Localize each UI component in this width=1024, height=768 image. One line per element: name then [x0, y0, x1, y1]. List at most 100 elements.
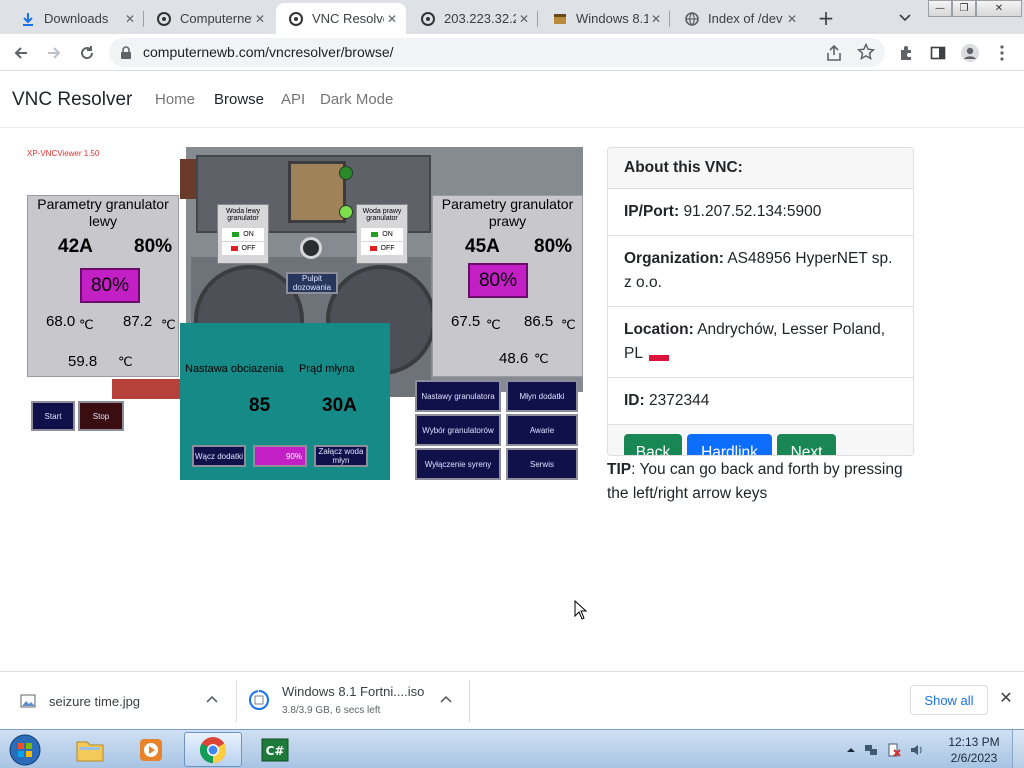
chrome-taskbar-button[interactable] [184, 732, 242, 767]
bookmark-star-icon[interactable] [856, 42, 876, 61]
additives-button[interactable]: Wącz dodatki [192, 445, 246, 467]
tab-title: Windows 8.1 [576, 11, 648, 26]
left-granulator-panel: Parametry granulator lewy 42A 80% 80% 68… [27, 195, 179, 377]
new-tab-button[interactable]: + [814, 6, 838, 30]
show-all-button[interactable]: Show all [910, 685, 988, 715]
about-card: About this VNC: IP/Port: 91.207.52.134:5… [607, 147, 914, 456]
set-percent-button[interactable]: 80% [80, 268, 140, 303]
granulator-settings-button[interactable]: Nastawy granulatora [415, 380, 501, 412]
start-button[interactable]: Start [31, 401, 75, 431]
action-center-icon[interactable] [886, 742, 902, 758]
hopper-window [288, 161, 346, 223]
window-close-button[interactable]: ✕ [976, 0, 1022, 17]
organization-row: Organization: AS48956 HyperNET sp. z o.o… [608, 236, 913, 307]
water-right-box[interactable]: Woda prawy granulator ON OFF [356, 204, 408, 264]
tab-title: Computernewb [180, 11, 252, 26]
hardlink-button[interactable]: Hardlink [687, 434, 772, 455]
viewer-version: XP-VNCViewer 1.50 [27, 149, 100, 158]
close-icon[interactable]: ✕ [516, 11, 532, 27]
stop-button[interactable]: Stop [78, 401, 124, 431]
share-icon[interactable] [825, 44, 843, 62]
close-icon[interactable]: ✕ [122, 11, 138, 27]
tab-downloads[interactable]: Downloads ✕ [8, 3, 144, 34]
vnc-screenshot[interactable]: XP-VNCViewer 1.50 Parametry granulator l… [26, 147, 583, 480]
tab-search-icon[interactable] [895, 8, 915, 28]
next-button[interactable]: Next [777, 434, 836, 455]
media-player-taskbar-button[interactable] [122, 732, 180, 767]
chevron-up-icon[interactable] [206, 695, 218, 703]
chevron-up-icon[interactable] [440, 695, 452, 703]
nav-home[interactable]: Home [155, 91, 195, 108]
nav-dark-mode[interactable]: Dark Mode [320, 91, 393, 108]
panel-title: Parametry granulator prawy [441, 196, 574, 229]
address-bar[interactable]: computernewb.com/vncresolver/browse/ [109, 38, 885, 67]
set-percent-button[interactable]: 80% [468, 263, 528, 298]
mill-additives-button[interactable]: Młyn dodatki [506, 380, 578, 412]
globe-icon [684, 11, 700, 27]
current-value: 45A [465, 236, 500, 257]
csharp-taskbar-button[interactable]: C# [246, 732, 304, 767]
panel-title: Parametry granulator lewy [37, 196, 169, 229]
menu-kebab-icon[interactable] [992, 43, 1012, 63]
mill-percent-button[interactable]: 90% [253, 445, 307, 467]
tray-expand-icon[interactable] [846, 746, 856, 754]
side-panel-icon[interactable] [928, 43, 948, 63]
tab-computernewb[interactable]: Computernewb ✕ [144, 3, 274, 34]
close-shelf-icon[interactable]: ✕ [998, 688, 1014, 707]
profile-avatar-icon[interactable] [960, 43, 980, 63]
tab-windows[interactable]: Windows 8.1 ✕ [540, 3, 670, 34]
reload-icon[interactable] [75, 41, 99, 65]
close-icon[interactable]: ✕ [252, 11, 268, 27]
tab-index[interactable]: Index of /dev ✕ [672, 3, 806, 34]
tip-text: TIP: You can go back and forth by pressi… [607, 458, 917, 506]
water-left-box[interactable]: Woda lewy granulator ON OFF [217, 204, 269, 264]
url-text[interactable]: computernewb.com/vncresolver/browse/ [143, 44, 394, 60]
restore-button[interactable]: ❐ [952, 0, 976, 17]
clock-time: 12:13 PM [948, 735, 1000, 749]
close-icon[interactable]: ✕ [384, 11, 400, 27]
granulator-select-button[interactable]: Wybór granulatorów [415, 414, 501, 446]
tip-label: TIP [607, 461, 632, 478]
ip-value: 91.207.52.134:5900 [683, 203, 822, 220]
windows-taskbar: C# 12:13 PM 2/6/2023 [0, 729, 1024, 768]
minimize-button[interactable]: — [928, 0, 952, 17]
show-desktop-button[interactable] [1012, 730, 1024, 768]
windows-start-orb-icon[interactable] [6, 732, 44, 767]
status-lamp [339, 205, 353, 219]
network-icon[interactable] [863, 742, 879, 758]
dosing-button[interactable]: Pulpit dozowania [286, 272, 338, 294]
alarms-button[interactable]: Awarie [506, 414, 578, 446]
close-icon[interactable]: ✕ [648, 11, 664, 27]
chrome-icon [199, 736, 227, 763]
divider [469, 680, 470, 722]
temperature-3: 59.8 [68, 353, 98, 370]
explorer-taskbar-button[interactable] [61, 732, 119, 767]
download-icon [20, 11, 36, 27]
close-icon[interactable]: ✕ [784, 11, 800, 27]
mill-water-button[interactable]: Załącz woda młyn [314, 445, 368, 467]
download-item[interactable]: Windows 8.1 Fortni....iso 3.8/3.9 GB, 6 … [244, 680, 468, 722]
back-arrow-icon[interactable] [9, 41, 33, 65]
clock[interactable]: 12:13 PM 2/6/2023 [944, 734, 1004, 766]
location-row: Location: Andrychów, Lesser Poland, PL [608, 307, 913, 378]
siren-off-button[interactable]: Wyłączenie syreny [415, 448, 501, 480]
tab-ip[interactable]: 203.223.32.2 ✕ [408, 3, 538, 34]
site-brand[interactable]: VNC Resolver [12, 89, 132, 111]
temperature-unit: ℃ [486, 317, 501, 332]
folder-icon [76, 741, 104, 761]
download-item[interactable]: seizure time.jpg [14, 680, 234, 722]
forward-arrow-icon[interactable] [42, 41, 66, 65]
nav-api[interactable]: API [281, 91, 305, 108]
lock-icon[interactable] [119, 45, 133, 59]
back-button[interactable]: Back [624, 434, 682, 455]
percent-value: 80% [134, 236, 173, 257]
tab-vnc-resolver[interactable]: VNC Resolver ✕ [276, 3, 406, 34]
card-header: About this VNC: [608, 148, 913, 189]
temperature-1: 68.0 [46, 313, 76, 330]
volume-icon[interactable] [909, 742, 925, 758]
temperature-3: 48.6 [499, 350, 529, 367]
nav-browse[interactable]: Browse [214, 91, 264, 108]
extensions-icon[interactable] [896, 43, 916, 63]
csharp-icon: C# [261, 738, 289, 761]
service-button[interactable]: Serwis [506, 448, 578, 480]
